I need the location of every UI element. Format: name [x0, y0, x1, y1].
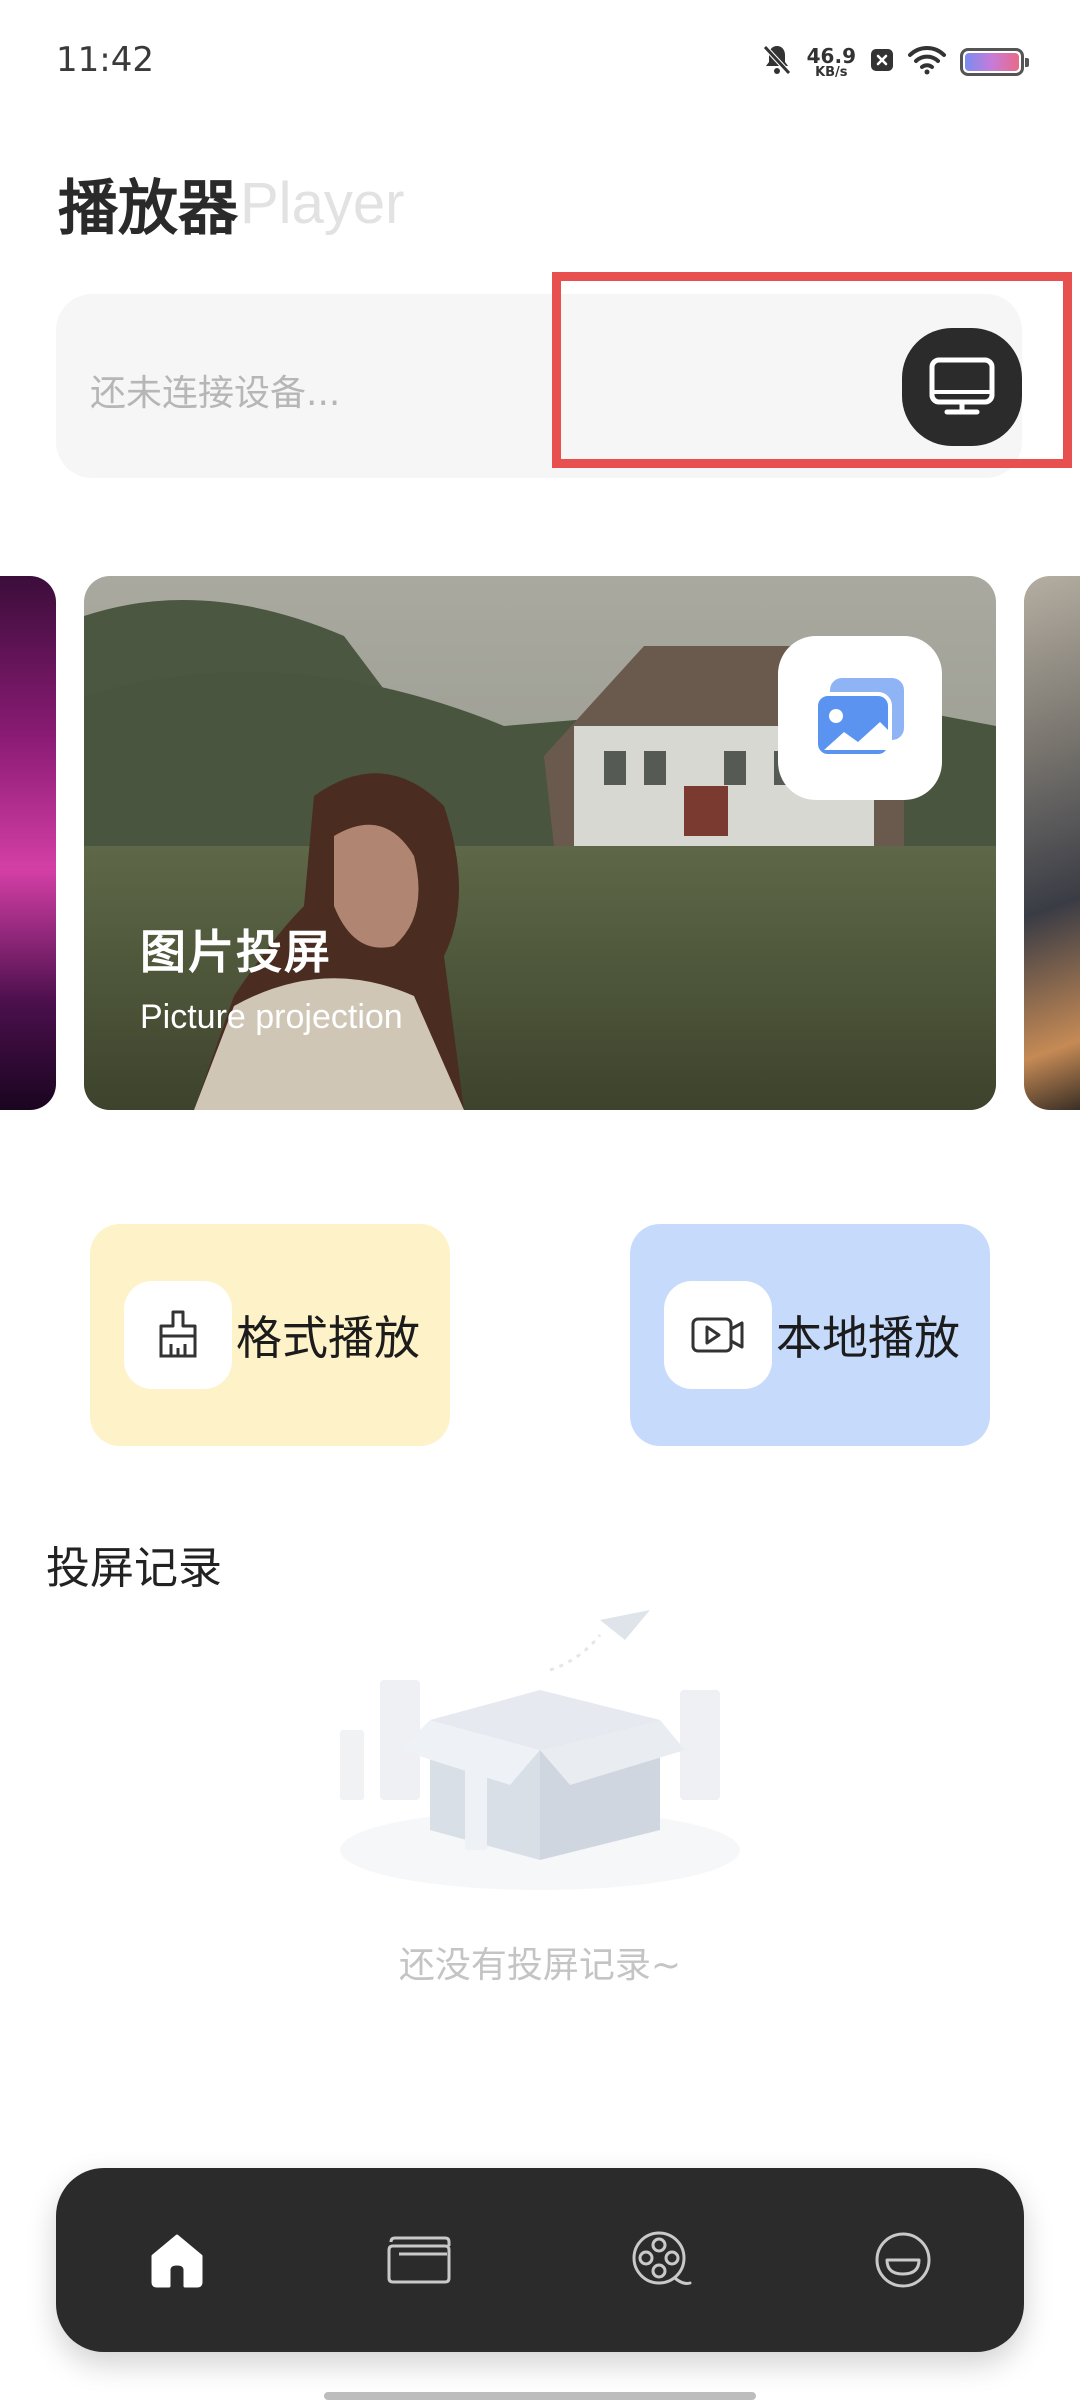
net-speed-value: 46.9: [806, 43, 856, 68]
page-subtitle: Player: [240, 171, 405, 236]
film-reel-icon: [632, 2231, 692, 2285]
device-status-text: 还未连接设备...: [90, 373, 341, 414]
carousel-card-prev[interactable]: [0, 576, 56, 1110]
feature-icon-tile: [778, 636, 942, 800]
local-play-label: 本地播放: [776, 1311, 960, 1365]
mute-bell-icon: [761, 43, 793, 81]
feature-subtitle: Picture projection: [140, 998, 403, 1036]
empty-box-illustration: [340, 1610, 740, 1890]
nav-profile[interactable]: [843, 2200, 963, 2320]
net-speed: 46.9 KB/s: [807, 46, 856, 79]
brush-icon: [124, 1281, 232, 1389]
empty-records-text: 还没有投屏记录~: [398, 1945, 682, 1986]
format-play-button[interactable]: 格式播放: [90, 1224, 450, 1446]
nav-folder[interactable]: [359, 2200, 479, 2320]
battery-icon: [960, 48, 1029, 76]
x-box-icon: [870, 48, 894, 76]
video-play-icon: [664, 1281, 772, 1389]
net-speed-unit: KB/s: [815, 64, 848, 80]
wifi-icon: [908, 45, 946, 79]
nav-home[interactable]: [117, 2200, 237, 2320]
feature-title: 图片投屏: [140, 925, 332, 979]
local-play-button[interactable]: 本地播放: [630, 1224, 990, 1446]
status-icons: 46.9 KB/s: [761, 40, 1029, 84]
carousel-card-next[interactable]: [1024, 576, 1080, 1110]
home-icon: [151, 2234, 203, 2288]
nav-film[interactable]: [601, 2200, 721, 2320]
format-play-label: 格式播放: [236, 1311, 420, 1365]
highlight-box: [552, 272, 1072, 468]
picture-icon: [814, 678, 904, 758]
home-indicator[interactable]: [324, 2392, 756, 2400]
smile-face-icon: [875, 2232, 931, 2288]
folder-icon: [387, 2236, 451, 2284]
page-title: 播放器: [58, 174, 238, 244]
status-time: 11:42: [56, 40, 154, 80]
bottom-nav: [56, 2168, 1024, 2352]
records-title: 投屏记录: [46, 1543, 222, 1594]
